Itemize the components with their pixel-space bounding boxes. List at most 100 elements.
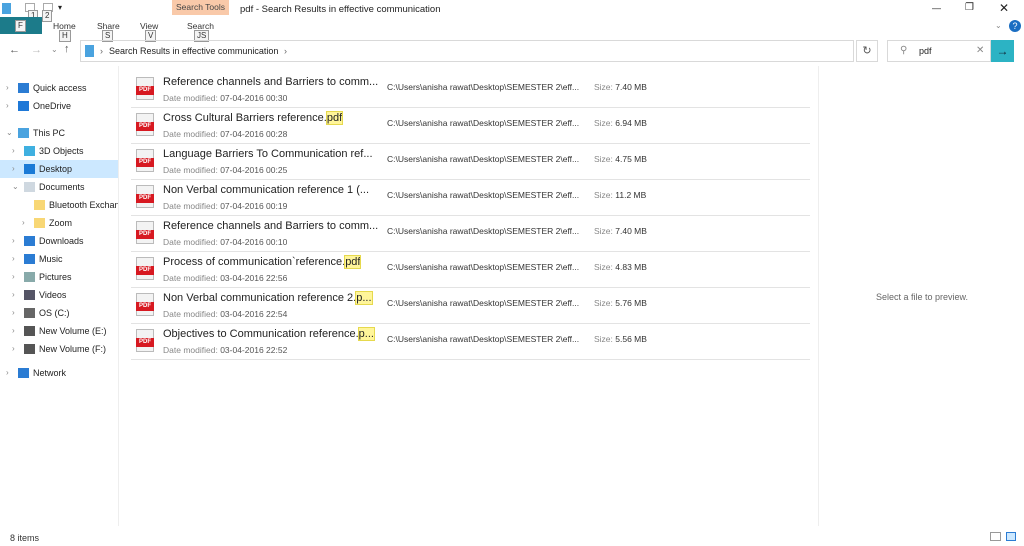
- window-title: pdf - Search Results in effective commun…: [240, 4, 441, 15]
- address-bar[interactable]: › Search Results in effective communicat…: [80, 40, 854, 62]
- nav-item[interactable]: › Pictures: [0, 268, 118, 286]
- expand-chevron-icon[interactable]: ⌄: [12, 178, 19, 196]
- expand-chevron-icon[interactable]: ›: [12, 142, 15, 160]
- forward-button[interactable]: →: [31, 44, 42, 56]
- nav-item[interactable]: › Quick access: [0, 79, 118, 97]
- document-icon: [24, 182, 35, 192]
- file-name[interactable]: Cross Cultural Barriers reference.pdf: [163, 111, 344, 125]
- file-row[interactable]: PDF Cross Cultural Barriers reference.pd…: [131, 108, 810, 144]
- expand-chevron-icon[interactable]: ›: [22, 214, 25, 232]
- file-name[interactable]: Objectives to Communication reference.p.…: [163, 327, 375, 341]
- maximize-button[interactable]: ❐: [965, 2, 974, 13]
- size-label: Size:: [594, 118, 613, 128]
- breadcrumb[interactable]: Search Results in effective communicatio…: [109, 46, 278, 56]
- refresh-button[interactable]: ↻: [856, 40, 878, 62]
- close-button[interactable]: ✕: [999, 1, 1009, 15]
- size-value: 7.40 MB: [615, 82, 647, 92]
- date-value: 03-04-2016 22:54: [220, 309, 288, 319]
- expand-chevron-icon[interactable]: ›: [12, 322, 15, 340]
- preview-message: Select a file to preview.: [876, 292, 969, 302]
- folder-icon: [34, 218, 45, 228]
- minimize-button[interactable]: —: [932, 3, 941, 13]
- search-box[interactable]: ⚲ pdf ✕: [887, 40, 991, 62]
- file-path: C:\Users\anisha rawat\Desktop\SEMESTER 2…: [387, 334, 580, 344]
- nav-item-label: New Volume (E:): [39, 326, 107, 336]
- back-button[interactable]: ←: [9, 44, 20, 56]
- nav-item[interactable]: › Videos: [0, 286, 118, 304]
- nav-item[interactable]: › Network: [0, 364, 118, 382]
- expand-chevron-icon[interactable]: ›: [12, 286, 15, 304]
- file-row[interactable]: PDF Reference channels and Barriers to c…: [131, 72, 810, 108]
- nav-item[interactable]: › Music: [0, 250, 118, 268]
- details-view-button[interactable]: [990, 532, 1001, 541]
- date-value: 03-04-2016 22:56: [220, 273, 288, 283]
- size-value: 6.94 MB: [615, 118, 647, 128]
- file-row[interactable]: PDF Process of communication`reference.p…: [131, 252, 810, 288]
- file-name[interactable]: Language Barriers To Communication ref..…: [163, 148, 373, 160]
- date-value: 07-04-2016 00:30: [220, 93, 288, 103]
- nav-item-label: Videos: [39, 290, 67, 300]
- expand-chevron-icon[interactable]: ›: [12, 160, 15, 178]
- expand-chevron-icon[interactable]: ›: [6, 364, 9, 382]
- nav-item-label: OS (C:): [39, 308, 70, 318]
- file-name-base: Reference channels and Barriers to comm.…: [163, 76, 379, 88]
- file-tab[interactable]: F: [0, 17, 42, 34]
- nav-item[interactable]: › Zoom: [0, 214, 118, 232]
- nav-item[interactable]: › New Volume (F:): [0, 340, 118, 358]
- file-name-base: Language Barriers To Communication ref..…: [163, 148, 373, 160]
- file-name[interactable]: Non Verbal communication reference 1 (..…: [163, 184, 369, 196]
- nav-item[interactable]: › OneDrive: [0, 97, 118, 115]
- file-row[interactable]: PDF Non Verbal communication reference 2…: [131, 288, 810, 324]
- search-input[interactable]: pdf: [919, 46, 932, 56]
- file-row[interactable]: PDF Reference channels and Barriers to c…: [131, 216, 810, 252]
- nav-item[interactable]: Bluetooth Exchange: [0, 196, 118, 214]
- expand-chevron-icon[interactable]: ›: [6, 97, 9, 115]
- nav-item[interactable]: › OS (C:): [0, 304, 118, 322]
- file-name[interactable]: Reference channels and Barriers to comm.…: [163, 220, 378, 232]
- pdf-file-icon: PDF: [136, 149, 154, 172]
- date-label: Date modified:: [163, 129, 218, 139]
- nav-item[interactable]: › 3D Objects: [0, 142, 118, 160]
- nav-item[interactable]: ⌄ Documents: [0, 178, 118, 196]
- nav-item[interactable]: › Downloads: [0, 232, 118, 250]
- expand-chevron-icon[interactable]: ›: [12, 250, 15, 268]
- expand-ribbon-icon[interactable]: ⌄: [995, 21, 1002, 30]
- search-go-button[interactable]: →: [991, 40, 1014, 62]
- file-row[interactable]: PDF Objectives to Communication referenc…: [131, 324, 810, 360]
- recent-locations-icon[interactable]: ⌄: [51, 45, 58, 54]
- date-label: Date modified:: [163, 93, 218, 103]
- breadcrumb-chevron-icon[interactable]: ›: [284, 46, 287, 56]
- download-icon: [24, 236, 35, 246]
- nav-item[interactable]: › Desktop: [0, 160, 118, 178]
- file-row[interactable]: PDF Language Barriers To Communication r…: [131, 144, 810, 180]
- expand-chevron-icon[interactable]: ›: [12, 268, 15, 286]
- up-button[interactable]: ↑: [64, 43, 70, 55]
- nav-item-label: Documents: [39, 182, 85, 192]
- breadcrumb-chevron-icon[interactable]: ›: [100, 46, 103, 56]
- file-path: C:\Users\anisha rawat\Desktop\SEMESTER 2…: [387, 82, 580, 92]
- expand-chevron-icon[interactable]: ›: [12, 340, 15, 358]
- nav-item[interactable]: › New Volume (E:): [0, 322, 118, 340]
- pane-divider[interactable]: [118, 66, 119, 526]
- video-icon: [24, 290, 35, 300]
- file-row[interactable]: PDF Non Verbal communication reference 1…: [131, 180, 810, 216]
- nav-item-label: Network: [33, 368, 67, 378]
- expand-chevron-icon[interactable]: ›: [12, 304, 15, 322]
- expand-chevron-icon[interactable]: ›: [12, 232, 15, 250]
- file-name[interactable]: Reference channels and Barriers to comm.…: [163, 76, 378, 88]
- preview-divider[interactable]: [818, 66, 819, 526]
- expand-chevron-icon[interactable]: ›: [6, 79, 9, 97]
- clear-search-icon[interactable]: ✕: [976, 45, 984, 56]
- pdf-file-icon: PDF: [136, 329, 154, 352]
- file-name[interactable]: Process of communication`reference.pdf: [163, 255, 362, 269]
- large-icons-view-button[interactable]: [1006, 532, 1016, 541]
- nav-item[interactable]: ⌄ This PC: [0, 124, 118, 142]
- size-value: 4.83 MB: [615, 262, 647, 272]
- date-modified: Date modified: 07-04-2016 00:19: [163, 201, 287, 211]
- qat-dropdown-icon[interactable]: ▾: [58, 3, 62, 12]
- help-icon[interactable]: ?: [1009, 20, 1021, 32]
- expand-chevron-icon[interactable]: ⌄: [6, 124, 13, 142]
- size-label: Size:: [594, 82, 613, 92]
- file-name[interactable]: Non Verbal communication reference 2.p..…: [163, 291, 373, 305]
- date-value: 03-04-2016 22:52: [220, 345, 288, 355]
